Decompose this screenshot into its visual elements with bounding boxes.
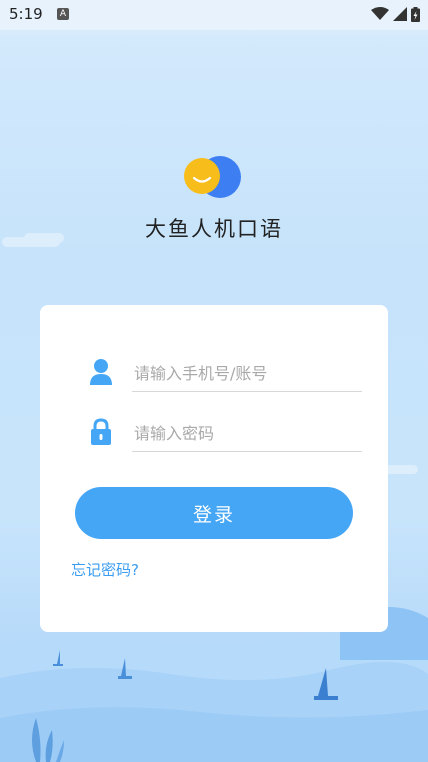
status-time: 5:19: [9, 5, 43, 23]
lock-icon: [91, 418, 111, 445]
login-card: 登录 忘记密码?: [40, 305, 388, 632]
login-button[interactable]: 登录: [75, 487, 353, 539]
forgot-password-link[interactable]: 忘记密码?: [71, 559, 139, 580]
password-field: [84, 415, 362, 455]
wifi-icon: [371, 7, 389, 20]
signal-icon: [393, 7, 407, 21]
app-logo-icon: [184, 156, 241, 198]
accessibility-icon: A: [57, 8, 69, 20]
app-title: 大鱼人机口语: [145, 217, 283, 241]
username-input[interactable]: [132, 355, 362, 392]
username-field: [84, 355, 362, 395]
status-icons: [371, 6, 420, 22]
password-input[interactable]: [132, 415, 362, 452]
battery-icon: [411, 6, 420, 22]
status-bar: 5:19 A: [0, 0, 428, 30]
user-icon: [90, 359, 112, 385]
cloud-decoration: [384, 465, 418, 474]
